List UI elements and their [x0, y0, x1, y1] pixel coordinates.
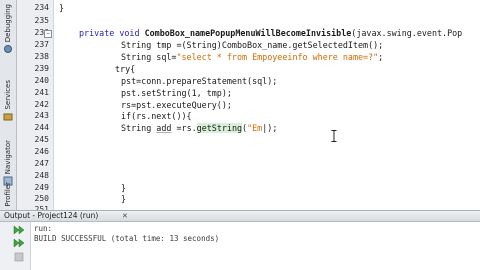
code-text: try{: [115, 64, 136, 74]
text-cursor-icon: [331, 130, 337, 142]
string-literal: "select * from Empoyeeinfo where name=?": [176, 52, 379, 62]
console-line: BUILD SUCCESSFUL (total time: 13 seconds…: [34, 234, 220, 243]
debugging-tab[interactable]: Debugging: [0, 4, 16, 54]
code-text: }: [121, 194, 127, 204]
code-line-242: rs=pst.executeQuery();: [121, 100, 232, 110]
code-text: }: [59, 3, 65, 13]
output-panel-header: Output - Project124 (run) ✕: [0, 210, 480, 222]
line-number: 242: [34, 100, 49, 109]
services-icon: [3, 113, 13, 121]
code-line-239: try{: [115, 64, 135, 74]
code-text: sql=: [156, 52, 177, 62]
method-call: getString: [196, 123, 243, 133]
code-line-249: }: [121, 183, 126, 193]
line-number: 235: [34, 16, 49, 25]
code-text: =rs.: [171, 123, 197, 133]
line-number: 234: [34, 3, 49, 12]
code-line-240: pst=conn.prepareStatement(sql);: [121, 76, 277, 86]
profiler-label: Profiler: [4, 182, 12, 207]
code-text: String: [121, 52, 157, 62]
code-text: tmp =(String)ComboBox_name.getSelectedIt…: [156, 40, 384, 50]
method-name: ComboBox_namePopupMenuWillBecomeInvisibl…: [144, 28, 352, 38]
fold-toggle-icon[interactable]: −: [44, 30, 52, 38]
code-line-241: pst.setString(1, tmp);: [121, 88, 232, 98]
code-text: if(rs.next()){: [121, 111, 192, 121]
code-editor[interactable]: } private void ComboBox_namePopupMenuWil…: [54, 0, 480, 210]
services-tab[interactable]: Services: [0, 80, 16, 122]
navigator-label: Navigator: [4, 140, 12, 175]
close-icon[interactable]: ✕: [122, 211, 128, 221]
debug-icon: [4, 45, 12, 54]
rerun-icon[interactable]: [13, 225, 25, 235]
output-toolbar: [0, 222, 31, 270]
code-text: String: [121, 40, 157, 50]
line-number: 246: [34, 147, 49, 156]
line-number: 239: [34, 64, 49, 73]
line-number: 248: [34, 171, 49, 180]
code-line-234: }: [59, 3, 64, 13]
debugging-label: Debugging: [4, 4, 12, 43]
code-text: pst=conn.prepareStatement(sql);: [121, 76, 278, 86]
output-title: Output - Project124 (run): [4, 211, 99, 220]
code-line-236: private void ComboBox_namePopupMenuWillB…: [79, 28, 462, 38]
line-number: 250: [34, 194, 49, 203]
keyword: private void: [79, 28, 145, 38]
code-text: ;: [378, 52, 384, 62]
navigator-tab[interactable]: Navigator: [0, 140, 16, 186]
variable-name: add: [156, 123, 172, 133]
code-line-237: String tmp =(String)ComboBox_name.getSel…: [121, 40, 383, 50]
code-line-250: }: [121, 194, 126, 204]
code-text: }: [121, 183, 127, 193]
console-line: run:: [34, 224, 53, 233]
code-text: |);: [262, 123, 278, 133]
code-text: (javax.swing.event.Pop: [351, 28, 463, 38]
line-number: 237: [34, 40, 49, 49]
line-number: 240: [34, 76, 49, 85]
output-console[interactable]: run: BUILD SUCCESSFUL (total time: 13 se…: [31, 222, 480, 270]
code-line-244: String add =rs.getString("Em|);: [121, 123, 277, 133]
code-line-243: if(rs.next()){: [121, 111, 192, 121]
line-number: 249: [34, 183, 49, 192]
stop-icon[interactable]: [13, 252, 25, 262]
line-number: 244: [34, 123, 49, 132]
code-line-238: String sql="select * from Empoyeeinfo wh…: [121, 52, 383, 62]
services-label: Services: [4, 80, 12, 110]
code-text: rs=pst.executeQuery();: [121, 100, 232, 110]
line-number: 245: [34, 135, 49, 144]
line-number: 241: [34, 88, 49, 97]
line-number: 243: [34, 111, 49, 120]
line-number: 238: [34, 52, 49, 61]
code-text: pst.setString(1, tmp);: [121, 88, 232, 98]
string-literal: "Em: [247, 123, 263, 133]
run-again-icon[interactable]: [13, 238, 25, 248]
line-number: 247: [34, 159, 49, 168]
code-text: String: [121, 123, 157, 133]
